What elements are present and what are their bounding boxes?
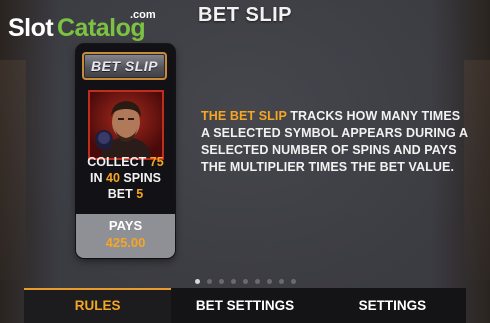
bet-value: 5: [136, 187, 144, 201]
pagination-dot[interactable]: [290, 279, 296, 284]
collect-condition-text: COLLECT 75 IN 40 SPINS BET 5: [76, 154, 175, 202]
pagination-dot[interactable]: [218, 279, 224, 284]
in-word: IN: [90, 171, 103, 185]
pagination-dot[interactable]: [278, 279, 284, 284]
left-background-decoration: [0, 60, 26, 280]
spins-count: 40: [106, 171, 120, 185]
pays-panel: PAYS 425.00: [76, 214, 175, 258]
collect-count: 75: [149, 155, 164, 169]
pagination-dot[interactable]: [230, 279, 236, 284]
collect-word: COLLECT: [87, 155, 147, 169]
bet-slip-card: BET SLIP COLLECT 75 IN 40 SPINS BET 5 PA…: [76, 44, 175, 258]
bottom-tab-bar: RULES BET SETTINGS SETTINGS: [24, 288, 466, 323]
bet-line: BET 5: [76, 186, 175, 202]
pagination-dot[interactable]: [242, 279, 248, 284]
pagination-dot[interactable]: [194, 279, 200, 284]
description-highlight: THE BET SLIP: [201, 109, 287, 123]
pagination-dots: [0, 279, 490, 284]
bet-slip-badge: BET SLIP: [82, 52, 167, 80]
page-title: BET SLIP: [197, 4, 292, 26]
spins-word: SPINS: [123, 171, 161, 185]
tab-bet-settings[interactable]: BET SETTINGS: [171, 288, 318, 323]
tab-rules[interactable]: RULES: [24, 288, 172, 323]
boxer-symbol-portrait: [88, 90, 164, 160]
pagination-dot[interactable]: [254, 279, 260, 284]
bet-slip-description: THE BET SLIP TRACKS HOW MANY TIMES A SEL…: [201, 108, 471, 176]
pagination-dot[interactable]: [266, 279, 272, 284]
collect-line: COLLECT 75: [76, 154, 175, 170]
pays-value: 425.00: [105, 235, 146, 250]
spins-line: IN 40 SPINS: [76, 170, 175, 186]
pagination-dot[interactable]: [206, 279, 212, 284]
pays-label: PAYS: [108, 218, 143, 233]
boxer-portrait-icon: [90, 92, 162, 158]
bet-word: BET: [107, 187, 133, 201]
tab-settings[interactable]: SETTINGS: [319, 288, 466, 323]
card-top-panel: BET SLIP COLLECT 75 IN 40 SPINS BET 5: [76, 44, 175, 214]
